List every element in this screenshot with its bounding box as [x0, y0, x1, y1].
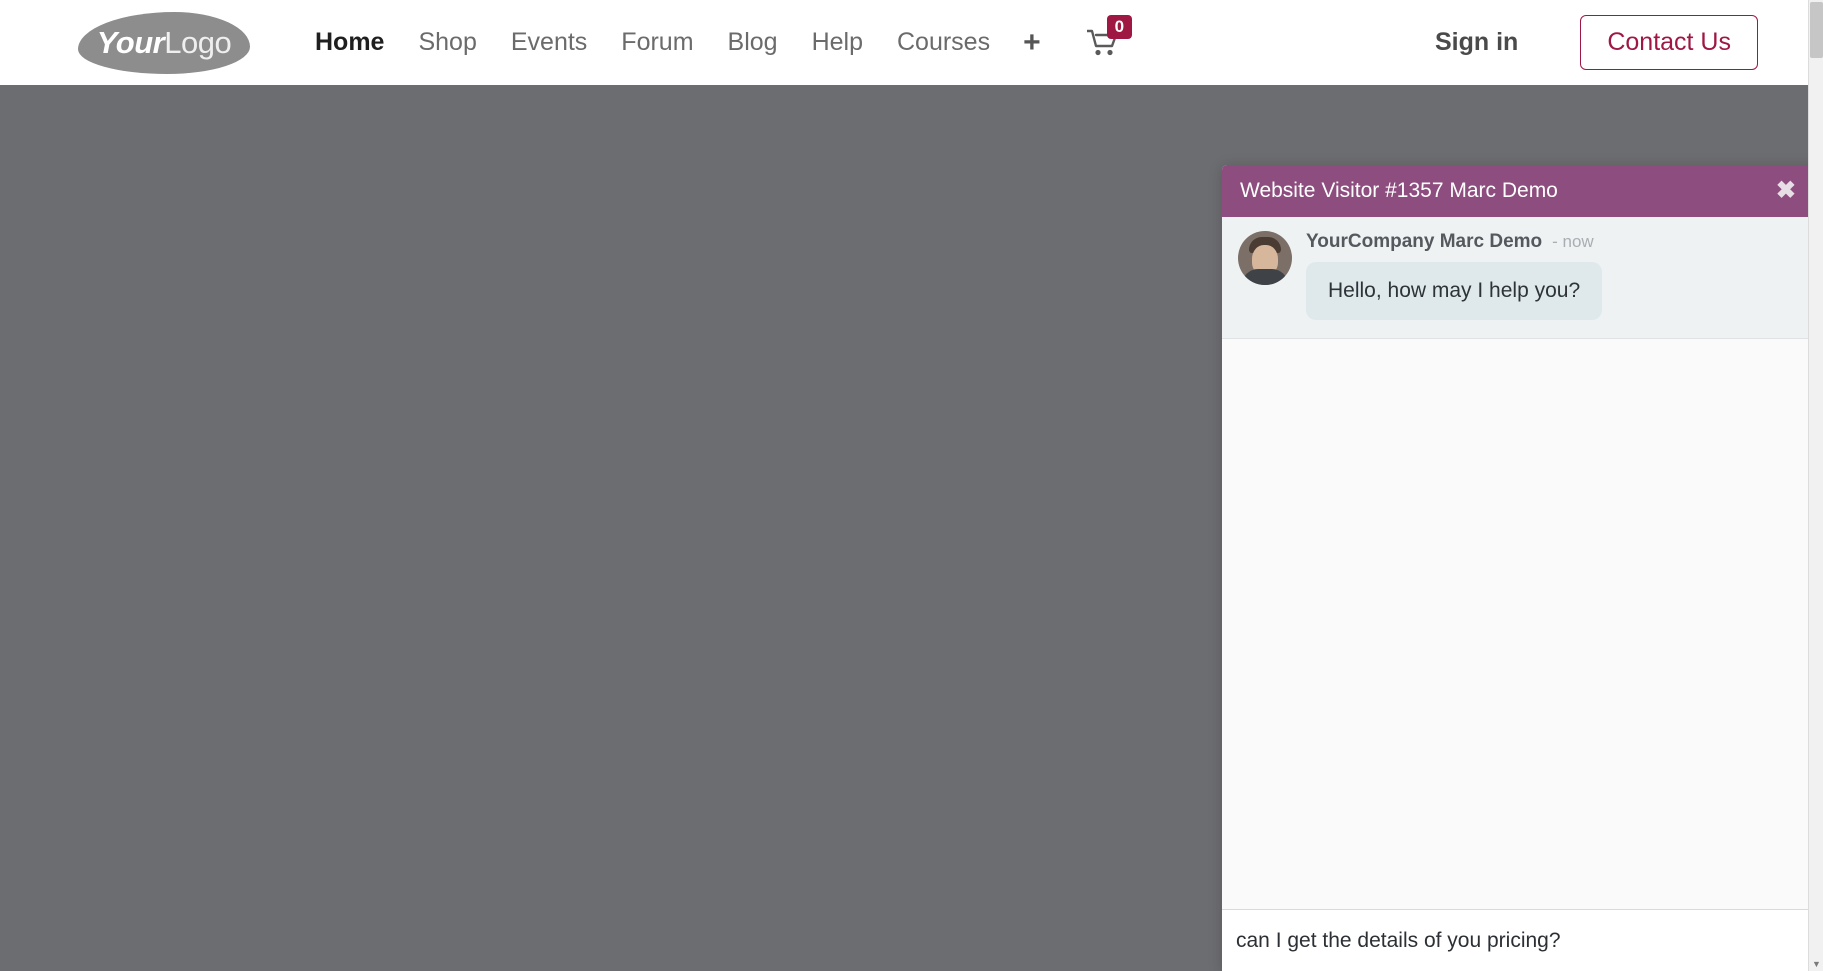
plus-icon[interactable]: +	[1007, 24, 1057, 62]
chat-input-container	[1222, 909, 1818, 971]
chat-message-timestamp: - now	[1552, 232, 1594, 251]
nav-item-shop[interactable]: Shop	[401, 22, 493, 63]
feature-title: Second feature	[453, 399, 752, 449]
close-icon[interactable]: ✖	[1774, 175, 1798, 207]
logo-text-part1: Your	[96, 24, 165, 60]
chat-header: Website Visitor #1357 Marc Demo ✖	[1222, 165, 1818, 217]
chat-scroll-area	[1222, 339, 1818, 909]
cart-count-badge: 0	[1106, 14, 1133, 39]
chat-message: YourCompany Marc Demo - now Hello, how m…	[1238, 231, 1802, 320]
feature-card-first: First feature A short description of thi…	[120, 194, 830, 295]
feature-column-divider	[897, 169, 899, 647]
chat-message-content: YourCompany Marc Demo - now Hello, how m…	[1306, 231, 1802, 320]
feature-title: First feature	[517, 194, 752, 243]
nav-item-home[interactable]: Home	[298, 22, 401, 63]
logo-text-part2: Logo	[164, 24, 232, 60]
feature-description: A short description of this great featur…	[412, 474, 830, 501]
page-root: YourLogo Home Shop Events Forum Blog Hel…	[0, 0, 1823, 971]
chat-message-meta: YourCompany Marc Demo - now	[1306, 231, 1802, 253]
sign-in-link[interactable]: Sign in	[1435, 28, 1518, 57]
scrollbar-thumb[interactable]	[1810, 2, 1823, 58]
nav-right-actions: Sign in Contact Us	[1435, 15, 1808, 70]
nav-links: Home Shop Events Forum Blog Help Courses…	[298, 14, 1133, 63]
monitor-icon	[778, 197, 830, 241]
nav-item-courses[interactable]: Courses	[880, 22, 1007, 63]
chat-message-list: YourCompany Marc Demo - now Hello, how m…	[1222, 217, 1818, 339]
chat-message-input[interactable]	[1236, 928, 1804, 953]
gift-icon	[960, 400, 1012, 448]
heart-icon	[960, 196, 1014, 242]
logo-text: YourLogo	[96, 24, 232, 61]
browser-scrollbar[interactable]: ▼	[1808, 0, 1823, 971]
chat-message-bubble: Hello, how may I help you?	[1306, 262, 1603, 320]
chat-message-author: YourCompany Marc Demo	[1306, 231, 1543, 252]
nav-item-blog[interactable]: Blog	[711, 22, 795, 63]
feature-description: A short description of this great featur…	[412, 267, 830, 295]
cart-button[interactable]: 0	[1086, 14, 1133, 57]
chat-title: Website Visitor #1357 Marc Demo	[1240, 179, 1558, 202]
avatar-body	[1242, 269, 1288, 285]
nav-item-forum[interactable]: Forum	[604, 22, 710, 63]
feature-card-second: Second feature A short description of th…	[120, 400, 830, 502]
feature-heading: Second feature	[120, 400, 830, 450]
contact-us-button[interactable]: Contact Us	[1580, 15, 1758, 70]
top-navbar: YourLogo Home Shop Events Forum Blog Hel…	[0, 0, 1808, 85]
site-logo[interactable]: YourLogo	[78, 11, 250, 74]
live-chat-widget: Website Visitor #1357 Marc Demo ✖ YourCo…	[1222, 165, 1818, 971]
nav-item-events[interactable]: Events	[494, 22, 604, 63]
nav-item-help[interactable]: Help	[795, 22, 880, 63]
chevron-down-icon[interactable]: ▼	[1809, 956, 1823, 971]
paintbrush-icon	[778, 400, 830, 450]
avatar	[1238, 231, 1292, 285]
discover-all-features-button[interactable]: Discover all the features	[723, 725, 1085, 796]
feature-heading: First feature	[120, 194, 830, 243]
